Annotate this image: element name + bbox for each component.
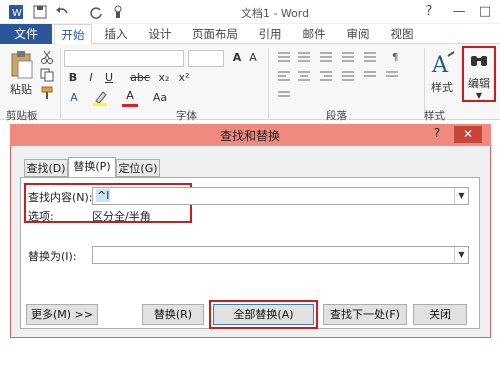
dialog-help-icon[interactable]: ? xyxy=(430,126,444,140)
options-value: 区分全/半角 xyxy=(92,210,151,223)
strikethrough-button[interactable]: abc xyxy=(128,70,152,86)
undo-icon[interactable] xyxy=(54,4,70,20)
font-size-combo[interactable] xyxy=(188,50,224,67)
word-app-icon: W xyxy=(8,4,24,20)
chevron-down-icon[interactable]: ▼ xyxy=(474,88,484,104)
replace-all-button[interactable]: 全部替换(A) xyxy=(213,304,314,325)
dialog-close-button[interactable]: ✕ xyxy=(454,126,482,143)
shrink-font-icon[interactable]: A xyxy=(246,50,260,66)
group-label-clipboard: 剪贴板 xyxy=(6,110,38,122)
restore-button[interactable]: □ xyxy=(474,2,496,22)
styles-button[interactable]: 样式 xyxy=(426,80,458,96)
superscript-button[interactable]: x² xyxy=(176,70,192,86)
copy-icon[interactable] xyxy=(40,68,54,82)
group-label-styles: 样式 xyxy=(424,110,445,122)
svg-text:W: W xyxy=(12,8,22,19)
replace-dropdown-chevron-icon[interactable]: ▼ xyxy=(454,247,468,263)
tab-file[interactable]: 文件 xyxy=(0,24,52,45)
highlight-icon[interactable] xyxy=(92,90,108,106)
replace-input[interactable] xyxy=(92,246,469,264)
touch-mode-icon[interactable] xyxy=(110,4,126,20)
options-label: 选项: xyxy=(28,210,54,223)
italic-button[interactable]: I xyxy=(84,70,98,86)
styles-icon[interactable]: A xyxy=(428,50,456,78)
tab-goto[interactable]: 定位(G) xyxy=(116,159,160,177)
save-icon[interactable] xyxy=(32,4,48,20)
cut-icon[interactable] xyxy=(40,50,54,64)
font-name-combo[interactable] xyxy=(64,50,184,67)
group-separator xyxy=(60,48,61,118)
paragraph-controls: ¶ xyxy=(274,50,424,104)
binoculars-icon[interactable] xyxy=(470,52,488,68)
replace-label: 替换为(I): xyxy=(28,250,77,263)
svg-text:A: A xyxy=(431,53,449,78)
text-effects-button[interactable]: A xyxy=(66,90,82,106)
tab-references[interactable]: 引用 xyxy=(252,24,288,45)
paste-button[interactable]: 粘贴 xyxy=(6,82,36,98)
font-color-button[interactable]: A xyxy=(122,88,138,107)
tab-insert[interactable]: 插入 xyxy=(98,24,134,45)
group-label-paragraph: 段落 xyxy=(326,110,347,122)
bold-button[interactable]: B xyxy=(66,70,80,86)
find-next-button[interactable]: 查找下一处(F) xyxy=(323,304,407,325)
dialog-title: 查找和替换 xyxy=(219,129,280,143)
grow-font-icon[interactable]: A xyxy=(230,50,244,66)
redo-icon[interactable] xyxy=(88,4,104,20)
tab-view[interactable]: 视图 xyxy=(384,24,420,45)
replace-button[interactable]: 替换(R) xyxy=(142,304,204,325)
window-title: 文档1 - Word xyxy=(240,7,310,20)
tab-home[interactable]: 开始 xyxy=(54,24,92,45)
help-icon[interactable]: ? xyxy=(418,2,440,22)
subscript-button[interactable]: x₂ xyxy=(156,70,172,86)
tab-replace[interactable]: 替换(P) xyxy=(68,157,116,178)
find-dropdown-chevron-icon[interactable]: ▼ xyxy=(454,188,468,204)
minimize-button[interactable]: — xyxy=(448,2,470,22)
group-label-font: 字体 xyxy=(176,110,197,122)
group-separator xyxy=(268,48,269,118)
tab-page-layout[interactable]: 页面布局 xyxy=(186,24,244,45)
format-painter-icon[interactable] xyxy=(40,86,54,100)
underline-button[interactable]: U xyxy=(102,70,116,86)
svg-text:¶: ¶ xyxy=(392,52,398,63)
paste-icon[interactable] xyxy=(8,50,36,80)
tab-review[interactable]: 审阅 xyxy=(340,24,376,45)
tab-mailings[interactable]: 邮件 xyxy=(296,24,332,45)
change-case-button[interactable]: Aa xyxy=(150,90,170,106)
find-input[interactable] xyxy=(92,187,469,205)
close-button[interactable]: 关闭 xyxy=(413,304,467,325)
find-input-value: ^l xyxy=(96,189,111,202)
tab-design[interactable]: 设计 xyxy=(142,24,178,45)
tab-find[interactable]: 查找(D) xyxy=(24,159,68,177)
find-label: 查找内容(N): xyxy=(28,191,93,204)
more-button[interactable]: 更多(M) >> xyxy=(26,304,98,325)
